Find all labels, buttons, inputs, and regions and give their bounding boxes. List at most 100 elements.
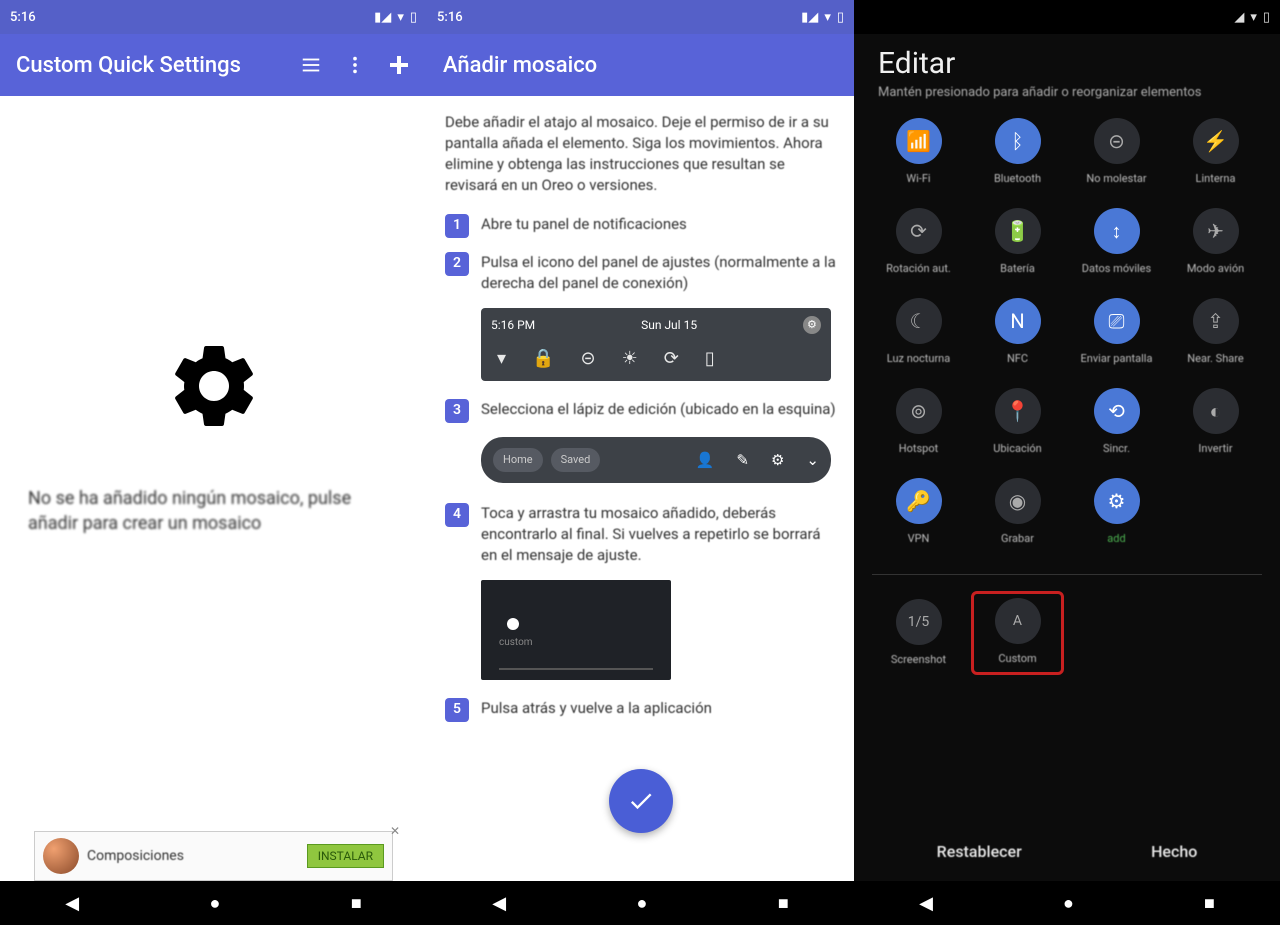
signal-icon: ▮◢	[801, 10, 818, 25]
nav-back[interactable]: ◀	[919, 893, 933, 914]
cast-tile[interactable]: ⎚Enviar pantalla	[1070, 292, 1163, 372]
battery-icon: ▯	[410, 10, 417, 25]
overflow-menu-icon[interactable]	[343, 53, 367, 77]
dnd-icon: ⊝	[580, 346, 595, 371]
sync-icon: ⟲	[1094, 388, 1140, 434]
location-tile[interactable]: 📍Ubicación	[971, 382, 1064, 462]
nav-recent[interactable]: ■	[351, 893, 362, 914]
tile-label: Near. Share	[1187, 352, 1243, 366]
nav-home[interactable]: ●	[210, 893, 221, 914]
wifi-icon: ▾	[497, 346, 506, 371]
nav-home[interactable]: ●	[1063, 893, 1074, 914]
tile-label: Sincr.	[1103, 442, 1130, 456]
intro-text: Debe añadir el atajo al mosaico. Deje el…	[445, 112, 836, 196]
fab-done-button[interactable]	[609, 769, 673, 833]
nav-bar: ◀ ● ■	[0, 881, 427, 925]
rotation-tile[interactable]: ⟳ Rotación aut.	[872, 202, 965, 282]
nearby-tile[interactable]: ⇪Near. Share	[1169, 292, 1262, 372]
data-tile[interactable]: ↕Datos móviles	[1070, 202, 1163, 282]
record-tile[interactable]: ◉Grabar	[971, 472, 1064, 552]
editor-actions: Restablecer Hecho	[872, 828, 1262, 869]
drag-preview: custom	[481, 580, 671, 680]
nav-home[interactable]: ●	[637, 893, 648, 914]
step-3: 3 Selecciona el lápiz de edición (ubicad…	[445, 399, 836, 423]
tile-label: Hotspot	[899, 442, 938, 456]
extra-1[interactable]: 1/5Screenshot	[872, 591, 965, 675]
extra-2[interactable]: A Custom	[971, 591, 1064, 675]
add-icon[interactable]	[387, 53, 411, 77]
page-subtitle: Mantén presionado para añadir o reorgani…	[872, 85, 1262, 100]
status-bar: ◢ ▾ ▯	[854, 0, 1280, 34]
nav-back[interactable]: ◀	[492, 893, 506, 914]
tile-label: Custom	[998, 652, 1036, 666]
close-icon[interactable]: ✕	[390, 824, 400, 838]
app-bar: Custom Quick Settings	[0, 34, 427, 96]
tile-label: Wi-Fi	[906, 172, 930, 186]
step-badge: 5	[445, 698, 469, 722]
empty-text: No se ha añadido ningún mosaico, pulse a…	[20, 486, 407, 536]
rotate-icon: ⟳	[664, 346, 679, 371]
brightness-icon: ☀	[622, 346, 638, 371]
step-badge: 4	[445, 503, 469, 527]
signal-icon: ◢	[1234, 10, 1244, 25]
nav-bar: ◀ ● ■	[854, 881, 1280, 925]
nfc-icon: N	[995, 298, 1041, 344]
vpn-tile[interactable]: 🔑VPN	[872, 472, 965, 552]
divider	[872, 574, 1262, 575]
location-icon: 📍	[995, 388, 1041, 434]
tile-label: add	[1107, 532, 1125, 546]
flash-icon: ⚡	[1193, 118, 1239, 164]
qs-editor: Editar Mantén presionado para añadir o r…	[854, 34, 1280, 881]
tile-label: No molestar	[1086, 172, 1146, 186]
airplane-tile[interactable]: ✈Modo avión	[1169, 202, 1262, 282]
hotspot-tile[interactable]: ⊚Hotspot	[872, 382, 965, 462]
qs-date: Sun Jul 15	[641, 317, 697, 334]
wifi-icon: 📶	[896, 118, 942, 164]
wifi-tile[interactable]: 📶 Wi-Fi	[872, 112, 965, 192]
battery-tile[interactable]: 🔋Batería	[971, 202, 1064, 282]
bluetooth-tile[interactable]: ᛒBluetooth	[971, 112, 1064, 192]
reset-button[interactable]: Restablecer	[937, 842, 1022, 861]
ad-banner[interactable]: Composiciones INSTALAR ✕	[34, 831, 393, 881]
nav-back[interactable]: ◀	[65, 893, 79, 914]
step-text: Selecciona el lápiz de edición (ubicado …	[481, 399, 836, 423]
tile-icon: A	[995, 598, 1041, 644]
invert-tile[interactable]: ◐Invertir	[1169, 382, 1262, 462]
status-bar: 5:16 ▮◢ ▾ ▯	[427, 0, 854, 34]
install-button[interactable]: INSTALAR	[307, 844, 384, 868]
done-button[interactable]: Hecho	[1151, 842, 1197, 861]
battery-icon: ▯	[1263, 10, 1270, 25]
rotate-icon: ⟳	[896, 208, 942, 254]
ad-avatar-icon	[43, 838, 79, 874]
nightlight-tile[interactable]: ☾Luz nocturna	[872, 292, 965, 372]
custom-tile[interactable]: ⚙add	[1070, 472, 1163, 552]
record-icon: ◉	[995, 478, 1041, 524]
tile-label: Rotación aut.	[886, 262, 951, 276]
step-text: Pulsa el icono del panel de ajustes (nor…	[481, 252, 836, 294]
nav-recent[interactable]: ■	[1204, 893, 1215, 914]
status-icons: ◢ ▾ ▯	[1234, 10, 1270, 25]
tile-label: Invertir	[1198, 442, 1232, 456]
step-1: 1 Abre tu panel de notificaciones	[445, 214, 836, 238]
ad-title: Composiciones	[87, 848, 299, 864]
flashlight-tile[interactable]: ⚡Linterna	[1169, 112, 1262, 192]
step-badge: 2	[445, 252, 469, 276]
status-icons: ▮◢ ▾ ▯	[374, 10, 417, 25]
nfc-tile[interactable]: NNFC	[971, 292, 1064, 372]
sync-tile[interactable]: ⟲ Sincr.	[1070, 382, 1163, 462]
nav-recent[interactable]: ■	[778, 893, 789, 914]
wifi-icon: ▾	[824, 10, 831, 25]
divider	[499, 668, 653, 670]
status-bar: 5:16 ▮◢ ▾ ▯	[0, 0, 427, 34]
tile-label: VPN	[908, 532, 930, 546]
action-icon-1[interactable]	[299, 53, 323, 77]
battery-icon: ▯	[705, 346, 715, 371]
qs-preview-panel: 5:16 PM Sun Jul 15 ⚙ ▾ 🔒 ⊝ ☀ ⟳ ▯	[481, 308, 831, 381]
page-title: Editar	[872, 46, 1262, 81]
tile-label: Batería	[1000, 262, 1035, 276]
plane-icon: ✈	[1193, 208, 1239, 254]
gear-icon: ⚙	[803, 316, 821, 334]
dnd-tile[interactable]: ⊝No molestar	[1070, 112, 1163, 192]
pencil-icon: ✎	[736, 450, 749, 471]
qs-pill: Saved	[551, 448, 601, 471]
